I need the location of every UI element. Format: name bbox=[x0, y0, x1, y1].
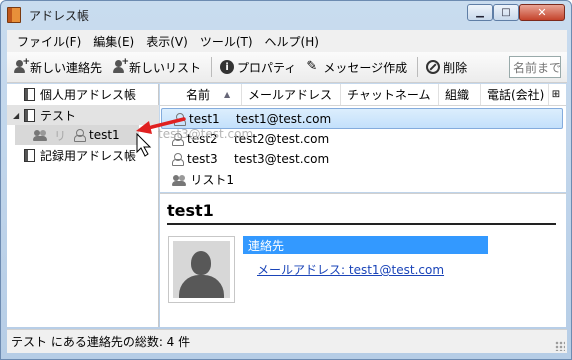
delete-icon bbox=[426, 60, 441, 74]
menu-view[interactable]: 表示(V) bbox=[140, 33, 194, 50]
compose-button[interactable]: ✎ メッセージ作成 bbox=[306, 59, 407, 76]
toolbar: + 新しい連絡先 + 新しいリスト i プロパティ ✎ メッセージ作成 削除 名… bbox=[7, 52, 567, 83]
compose-label: メッセージ作成 bbox=[323, 60, 408, 75]
drag-ghost-text: test3@test.com bbox=[158, 127, 254, 141]
status-bar: テスト にある連絡先の総数: 4 件 bbox=[7, 329, 567, 353]
status-text: テスト にある連絡先の総数: 4 件 bbox=[11, 335, 191, 349]
pencil-icon: ✎ bbox=[306, 59, 318, 74]
contact-icon bbox=[174, 112, 186, 126]
contact-name: リスト1 bbox=[190, 173, 234, 187]
contact-icon bbox=[172, 152, 184, 166]
maximize-button[interactable]: □ bbox=[493, 4, 519, 21]
title-bar[interactable]: アドレス帳 ▁ □ ✕ bbox=[1, 1, 571, 29]
column-picker-icon[interactable]: ⊞ bbox=[549, 89, 563, 100]
new-contact-label: 新しい連絡先 bbox=[30, 60, 103, 75]
address-book-window: アドレス帳 ▁ □ ✕ ファイル(F) 編集(E) 表示(V) ツール(T) ヘ… bbox=[0, 0, 572, 360]
menu-bar: ファイル(F) 編集(E) 表示(V) ツール(T) ヘルプ(H) bbox=[7, 30, 567, 52]
contact-section-header: 連絡先 bbox=[243, 236, 488, 254]
sort-ascending-icon: ▲ bbox=[224, 90, 231, 99]
mailing-list-icon bbox=[33, 129, 48, 141]
email-link[interactable]: メールアドレス: test1@test.com bbox=[257, 261, 444, 278]
info-icon: i bbox=[220, 60, 235, 74]
address-book-icon bbox=[24, 108, 35, 122]
menu-tools[interactable]: ツール(T) bbox=[194, 33, 259, 50]
default-avatar-icon bbox=[173, 241, 230, 298]
dragged-contact-label: test1 bbox=[89, 128, 120, 142]
mailing-list-icon bbox=[172, 174, 187, 186]
contact-row[interactable]: test3 test3@test.com bbox=[160, 148, 562, 169]
contact-row[interactable]: test1 test1@test.com bbox=[161, 108, 563, 129]
new-contact-icon: + bbox=[13, 57, 30, 74]
tree-item-collected[interactable]: 記録用アドレス帳 bbox=[7, 145, 159, 165]
close-button[interactable]: ✕ bbox=[519, 4, 565, 21]
toolbar-separator bbox=[417, 57, 419, 77]
tree-item-label: 個人用アドレス帳 bbox=[40, 87, 137, 102]
contact-email: test3@test.com bbox=[234, 151, 330, 166]
menu-file[interactable]: ファイル(F) bbox=[11, 33, 87, 50]
properties-label: プロパティ bbox=[237, 60, 297, 75]
dragged-contact-icon bbox=[74, 129, 87, 142]
menu-edit[interactable]: 編集(E) bbox=[87, 33, 140, 50]
minimize-button[interactable]: ▁ bbox=[467, 4, 493, 21]
column-email[interactable]: メールアドレス bbox=[242, 84, 341, 105]
address-book-icon bbox=[24, 87, 35, 101]
minimize-icon: ▁ bbox=[476, 7, 484, 18]
tree-item-label: テスト bbox=[40, 108, 77, 123]
contact-photo bbox=[168, 236, 235, 303]
new-list-button[interactable]: + 新しいリスト bbox=[112, 57, 202, 76]
contact-name: test1 bbox=[189, 111, 220, 126]
maximize-icon: □ bbox=[501, 7, 511, 18]
column-name[interactable]: 名前 ▲ bbox=[160, 84, 242, 105]
contact-row[interactable]: リスト1 bbox=[160, 169, 562, 190]
detail-contact-name: test1 bbox=[167, 201, 214, 220]
new-contact-button[interactable]: + 新しい連絡先 bbox=[13, 57, 103, 76]
address-book-tree: 個人用アドレス帳 ◢ テスト リ test1 記録用アドレス帳 bbox=[7, 84, 159, 327]
delete-label: 削除 bbox=[443, 60, 468, 75]
delete-button[interactable]: 削除 bbox=[426, 59, 467, 76]
contact-name: test3 bbox=[187, 151, 218, 166]
collapse-triangle-icon[interactable]: ◢ bbox=[13, 111, 21, 120]
toolbar-separator bbox=[211, 57, 213, 77]
search-input[interactable]: 名前まで bbox=[509, 56, 561, 78]
menu-help[interactable]: ヘルプ(H) bbox=[259, 33, 325, 50]
tree-item-test[interactable]: ◢ テスト bbox=[7, 105, 159, 125]
new-list-icon: + bbox=[112, 57, 129, 74]
close-icon: ✕ bbox=[537, 6, 547, 19]
column-organization[interactable]: 組織 bbox=[439, 84, 481, 105]
contacts-column-header: 名前 ▲ メールアドレス チャットネーム 組織 電話(会社) ⊞ bbox=[160, 84, 566, 106]
address-book-icon bbox=[24, 148, 35, 162]
column-chat[interactable]: チャットネーム bbox=[341, 84, 439, 105]
properties-button[interactable]: i プロパティ bbox=[220, 59, 296, 76]
tree-item-list[interactable]: リ test1 bbox=[15, 125, 139, 145]
tree-item-personal[interactable]: 個人用アドレス帳 bbox=[7, 84, 159, 104]
contact-email: test2@test.com bbox=[234, 131, 330, 146]
window-title: アドレス帳 bbox=[29, 9, 90, 23]
divider bbox=[167, 223, 556, 225]
contact-detail-pane: test1 連絡先 メールアドレス: test1@test.com bbox=[160, 193, 566, 327]
new-list-label: 新しいリスト bbox=[129, 60, 202, 75]
contacts-list: test1 test1@test.com test2 test2@test.co… bbox=[160, 106, 566, 192]
resize-grip-icon[interactable] bbox=[555, 341, 565, 351]
address-book-icon bbox=[7, 7, 21, 23]
column-work-phone[interactable]: 電話(会社) bbox=[481, 84, 549, 105]
tree-item-label: 記録用アドレス帳 bbox=[40, 148, 137, 163]
contact-email: test1@test.com bbox=[236, 111, 332, 126]
tree-item-label: リ bbox=[54, 128, 67, 143]
